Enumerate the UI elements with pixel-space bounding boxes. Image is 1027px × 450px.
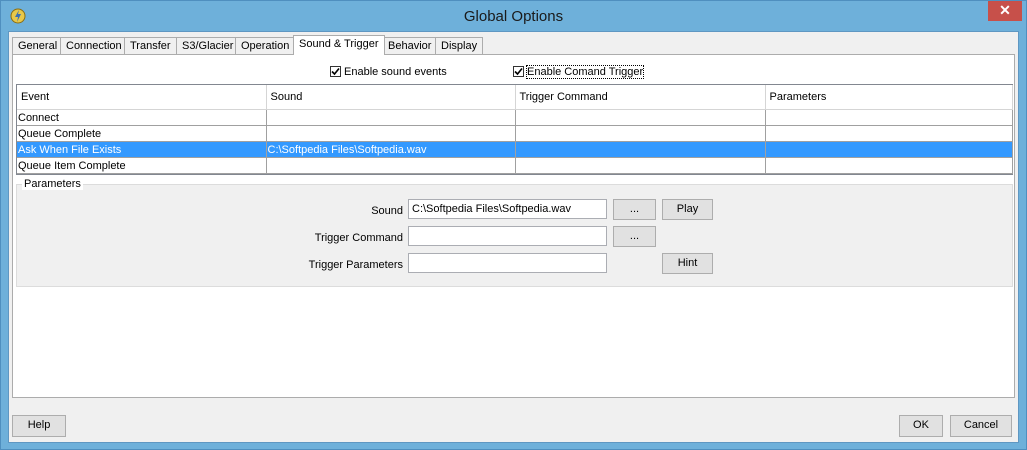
enable-trigger-checkbox[interactable]: Enable Comand Trigger [513, 65, 645, 79]
cell-params[interactable] [765, 125, 1013, 142]
cell-trigger[interactable] [515, 157, 766, 174]
checkmark-icon [331, 67, 340, 76]
cancel-button[interactable]: Cancel [950, 415, 1012, 437]
table-row-selected[interactable]: Ask When File Exists C:\Softpedia Files\… [17, 141, 1013, 158]
checkmark-icon [514, 67, 523, 76]
parameters-group-label: Parameters [22, 178, 83, 190]
dialog-footer: Help OK Cancel [9, 398, 1018, 442]
table-row[interactable]: Queue Complete [17, 125, 1013, 142]
cell-event[interactable]: Queue Item Complete [17, 157, 267, 174]
enable-trigger-label: Enable Comand Trigger [525, 65, 645, 79]
cell-event[interactable]: Ask When File Exists [17, 141, 267, 158]
column-header-trigger-command[interactable]: Trigger Command [515, 85, 766, 110]
trigger-parameters-label: Trigger Parameters [308, 259, 403, 271]
cell-sound[interactable] [266, 157, 516, 174]
tab-s3-glacier[interactable]: S3/Glacier [176, 37, 240, 54]
table-row[interactable]: Connect [17, 109, 1013, 126]
sound-label: Sound [371, 205, 403, 217]
cell-sound[interactable] [266, 109, 516, 126]
tab-operation[interactable]: Operation [235, 37, 296, 54]
global-options-window: Global Options ✕ General Connection Tran… [0, 0, 1027, 450]
close-button[interactable]: ✕ [988, 1, 1022, 21]
sound-browse-button[interactable]: ... [613, 199, 656, 220]
tab-general[interactable]: General [12, 37, 64, 54]
column-header-event[interactable]: Event [17, 85, 267, 110]
help-button[interactable]: Help [12, 415, 66, 437]
trigger-parameters-input[interactable] [408, 253, 607, 273]
column-header-sound[interactable]: Sound [266, 85, 516, 110]
grid-header-row: Event Sound Trigger Command Parameters [17, 85, 1013, 110]
close-icon: ✕ [999, 2, 1011, 18]
trigger-browse-button[interactable]: ... [613, 226, 656, 247]
tab-behavior[interactable]: Behavior [382, 37, 438, 54]
tab-sound-trigger[interactable]: Sound & Trigger [293, 35, 385, 55]
cell-event[interactable]: Connect [17, 109, 267, 126]
cell-sound[interactable]: C:\Softpedia Files\Softpedia.wav [266, 141, 516, 158]
cell-trigger[interactable] [515, 109, 766, 126]
checkbox-box[interactable] [513, 66, 524, 77]
enable-sound-checkbox[interactable]: Enable sound events [330, 65, 447, 79]
parameters-group: Parameters Sound C:\Softpedia Files\Soft… [16, 178, 1013, 287]
window-title: Global Options [463, 8, 564, 25]
cell-params[interactable] [765, 141, 1013, 158]
enable-sound-label: Enable sound events [344, 66, 447, 78]
sound-input[interactable]: C:\Softpedia Files\Softpedia.wav [408, 199, 607, 219]
cell-params[interactable] [765, 157, 1013, 174]
title-bar[interactable]: Global Options ✕ [1, 1, 1026, 31]
tab-transfer[interactable]: Transfer [124, 37, 177, 54]
cell-params[interactable] [765, 109, 1013, 126]
cell-trigger[interactable] [515, 141, 766, 158]
tab-connection[interactable]: Connection [60, 37, 128, 54]
checkbox-box[interactable] [330, 66, 341, 77]
dialog-client-area: General Connection Transfer S3/Glacier O… [8, 31, 1019, 443]
table-row[interactable]: Queue Item Complete [17, 157, 1013, 174]
hint-button[interactable]: Hint [662, 253, 713, 274]
trigger-command-label: Trigger Command [314, 232, 403, 244]
tab-display[interactable]: Display [435, 37, 484, 54]
ok-button[interactable]: OK [899, 415, 943, 437]
trigger-command-input[interactable] [408, 226, 607, 246]
cell-event[interactable]: Queue Complete [17, 125, 267, 142]
sound-trigger-panel: Enable sound events Enable Comand Trigge… [12, 54, 1015, 398]
play-button[interactable]: Play [662, 199, 713, 220]
column-header-parameters[interactable]: Parameters [765, 85, 1013, 110]
events-grid[interactable]: Event Sound Trigger Command Parameters C… [16, 84, 1013, 175]
cell-sound[interactable] [266, 125, 516, 142]
cell-trigger[interactable] [515, 125, 766, 142]
